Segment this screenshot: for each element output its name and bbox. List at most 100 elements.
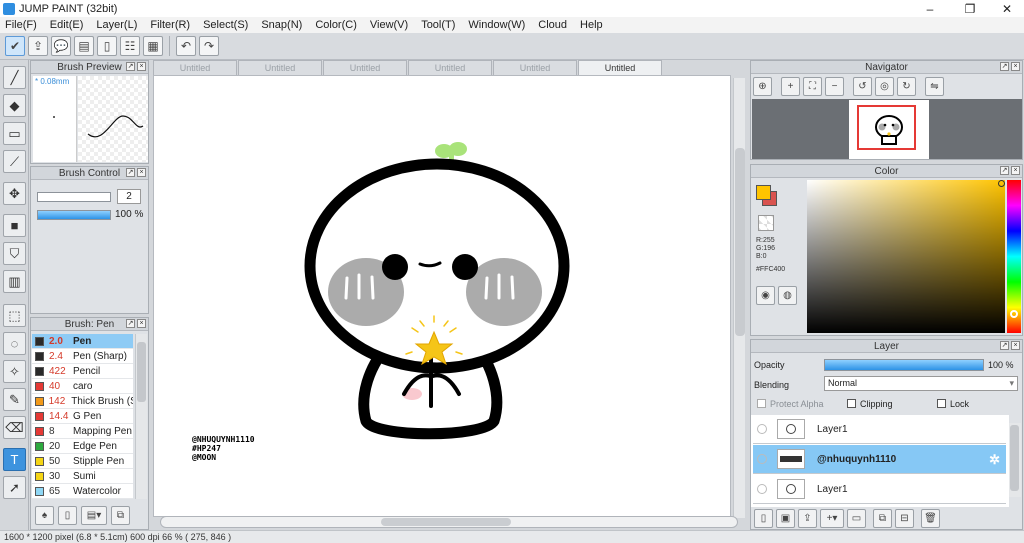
eraser-tool-icon[interactable]: ◆ xyxy=(3,94,26,117)
navigator-viewport[interactable] xyxy=(752,99,1022,159)
float-panel-icon[interactable]: ↗ xyxy=(1000,166,1009,175)
blending-select[interactable]: Normal ▾ xyxy=(824,376,1018,391)
protect-alpha-checkbox[interactable]: Protect Alpha xyxy=(757,399,824,409)
rotate-left-icon[interactable]: ↺ xyxy=(853,77,872,96)
menu-file[interactable]: File(F) xyxy=(5,19,37,31)
float-panel-icon[interactable]: ↗ xyxy=(126,319,135,328)
layer-opacity-slider[interactable] xyxy=(824,359,984,371)
tab-untitled[interactable]: Untitled xyxy=(238,60,322,75)
brush-item[interactable]: 2.4 Pen (Sharp) xyxy=(32,349,133,364)
brush-item[interactable]: 65 Watercolor xyxy=(32,484,133,499)
cloud-sync-icon[interactable]: ✔ xyxy=(5,36,25,56)
menu-filter[interactable]: Filter(R) xyxy=(150,19,190,31)
select-pen-tool-icon[interactable]: ✎ xyxy=(3,388,26,411)
brush-size-input[interactable]: 2 xyxy=(117,189,141,204)
brush-item[interactable]: 142 Thick Brush (S xyxy=(32,394,133,409)
merge-layer-icon[interactable]: ⊟ xyxy=(895,509,914,528)
operation-tool-icon[interactable]: ➚ xyxy=(3,476,26,499)
float-panel-icon[interactable]: ↗ xyxy=(126,168,135,177)
rect-tool-icon[interactable]: ▭ xyxy=(3,122,26,145)
menu-window[interactable]: Window(W) xyxy=(468,19,525,31)
copy-layer-icon[interactable]: ⧉ xyxy=(873,509,892,528)
zoom-in-icon[interactable]: + xyxy=(781,77,800,96)
magic-wand-tool-icon[interactable]: ✧ xyxy=(3,360,26,383)
close-panel-icon[interactable]: × xyxy=(137,319,146,328)
layer-visibility-icon[interactable] xyxy=(757,424,767,434)
bucket-tool-icon[interactable]: ⛉ xyxy=(3,242,26,265)
lasso-tool-icon[interactable]: ◌ xyxy=(3,332,26,355)
page-manager-icon[interactable]: ▦ xyxy=(143,36,163,56)
menu-select[interactable]: Select(S) xyxy=(203,19,248,31)
menu-cloud[interactable]: Cloud xyxy=(538,19,567,31)
close-panel-icon[interactable]: × xyxy=(1011,166,1020,175)
fit-window-icon[interactable]: ⛶ xyxy=(803,77,822,96)
brush-item[interactable]: 40 caro xyxy=(32,379,133,394)
close-panel-icon[interactable]: × xyxy=(1011,341,1020,350)
line-tool-icon[interactable]: ⟋ xyxy=(3,150,26,173)
float-panel-icon[interactable]: ↗ xyxy=(1000,62,1009,71)
brush-item[interactable]: 2.0 Pen xyxy=(32,334,133,349)
redo-icon[interactable]: ↷ xyxy=(199,36,219,56)
new-brush-icon[interactable]: ▯ xyxy=(58,506,77,525)
tab-untitled[interactable]: Untitled xyxy=(578,60,662,75)
clipping-checkbox[interactable]: Clipping xyxy=(847,399,893,409)
layer-row[interactable]: Layer1 xyxy=(753,475,1006,504)
saturation-value-picker[interactable] xyxy=(807,180,1005,333)
select-eraser-tool-icon[interactable]: ⌫ xyxy=(3,416,26,439)
tab-untitled[interactable]: Untitled xyxy=(153,60,237,75)
menu-snap[interactable]: Snap(N) xyxy=(261,19,302,31)
zoom-out-icon[interactable]: − xyxy=(825,77,844,96)
new-8bit-layer-icon[interactable]: ⇪ xyxy=(798,509,817,528)
layer-row[interactable]: Layer1 xyxy=(753,415,1006,444)
canvas-horizontal-scrollbar[interactable] xyxy=(160,516,738,528)
brush-item[interactable]: 30 Sumi xyxy=(32,469,133,484)
tab-untitled[interactable]: Untitled xyxy=(493,60,577,75)
float-panel-icon[interactable]: ↗ xyxy=(126,62,135,71)
add-layer-menu-icon[interactable]: +▾ xyxy=(820,509,844,528)
close-button[interactable]: ✕ xyxy=(992,0,1022,17)
layer-visibility-icon[interactable] xyxy=(757,484,767,494)
brush-settings-icon[interactable]: ♠ xyxy=(35,506,54,525)
layer-visibility-icon[interactable] xyxy=(757,454,767,464)
menu-help[interactable]: Help xyxy=(580,19,603,31)
layer-row[interactable]: @nhuquynh1110 ✲ xyxy=(753,445,1006,474)
menu-color[interactable]: Color(C) xyxy=(315,19,357,31)
reset-rotation-icon[interactable]: ◎ xyxy=(875,77,894,96)
palette-icon[interactable]: ◉ xyxy=(756,286,775,305)
gradient-tool-icon[interactable]: ▥ xyxy=(3,270,26,293)
menu-layer[interactable]: Layer(L) xyxy=(96,19,137,31)
message-icon[interactable]: ▤ xyxy=(74,36,94,56)
float-panel-icon[interactable]: ↗ xyxy=(1000,341,1009,350)
select-rect-tool-icon[interactable]: ⬚ xyxy=(3,304,26,327)
brush-copy-icon[interactable]: ⧉ xyxy=(111,506,130,525)
brush-item[interactable]: 20 Edge Pen xyxy=(32,439,133,454)
minimize-button[interactable]: – xyxy=(915,0,945,17)
zoom-fit-icon[interactable]: ⊕ xyxy=(753,77,772,96)
maximize-button[interactable]: ❐ xyxy=(955,0,985,17)
brush-item[interactable]: 8 Mapping Pen xyxy=(32,424,133,439)
brush-item[interactable]: 50 Stipple Pen xyxy=(32,454,133,469)
brush-tool-icon[interactable]: ╱ xyxy=(3,66,26,89)
comment-icon[interactable]: 💬 xyxy=(51,36,71,56)
brush-opacity-slider[interactable] xyxy=(37,210,111,220)
layer-list-scrollbar[interactable] xyxy=(1009,423,1021,497)
tab-untitled[interactable]: Untitled xyxy=(408,60,492,75)
page-list-icon[interactable]: ☷ xyxy=(120,36,140,56)
new-folder-icon[interactable]: ▭ xyxy=(847,509,866,528)
drawing-canvas[interactable]: @NHUQUYNH1110 #HP247 @MOON xyxy=(153,75,731,517)
layer-settings-icon[interactable]: ✲ xyxy=(989,452,1000,468)
brush-list-scrollbar[interactable] xyxy=(135,334,147,499)
fill-rect-tool-icon[interactable]: ■ xyxy=(3,214,26,237)
flip-horizontal-icon[interactable]: ⇋ xyxy=(925,77,944,96)
brush-item[interactable]: 422 Pencil xyxy=(32,364,133,379)
menu-view[interactable]: View(V) xyxy=(370,19,408,31)
menu-edit[interactable]: Edit(E) xyxy=(50,19,84,31)
transparent-color-swatch[interactable] xyxy=(758,215,774,231)
page-icon[interactable]: ▯ xyxy=(97,36,117,56)
undo-icon[interactable]: ↶ xyxy=(176,36,196,56)
canvas-vertical-scrollbar[interactable] xyxy=(733,78,745,518)
new-halftone-layer-icon[interactable]: ▣ xyxy=(776,509,795,528)
brush-menu-icon[interactable]: ▤▾ xyxy=(81,506,107,525)
rotate-right-icon[interactable]: ↻ xyxy=(897,77,916,96)
close-panel-icon[interactable]: × xyxy=(137,168,146,177)
